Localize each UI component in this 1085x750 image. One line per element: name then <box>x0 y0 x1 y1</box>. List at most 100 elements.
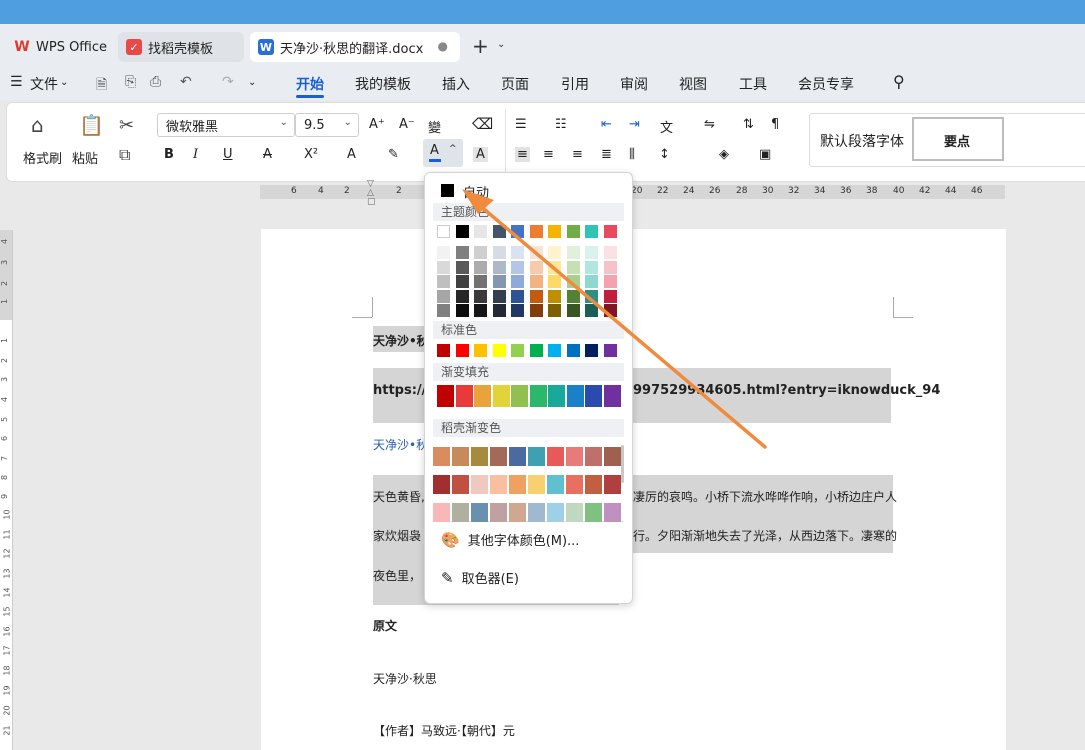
format-painter-label[interactable]: 格式刷 <box>23 148 62 167</box>
docer-gradient-swatch[interactable] <box>604 475 621 494</box>
chevron-down-icon[interactable]: ⌄ <box>497 39 505 50</box>
theme-tint-swatch[interactable] <box>566 289 580 303</box>
docer-gradient-swatch[interactable] <box>604 447 621 466</box>
distribute-icon[interactable]: ⫼ <box>629 147 635 162</box>
docer-gradient-swatch[interactable] <box>528 475 545 494</box>
docer-gradient-swatch[interactable] <box>547 475 564 494</box>
theme-color-swatch[interactable] <box>474 225 487 238</box>
standard-color-swatch[interactable] <box>511 344 524 357</box>
docer-gradient-swatch[interactable] <box>547 503 564 522</box>
doc-line[interactable]: 凄厉的哀鸣。小桥下流水哗哗作响，小桥边庄户人 <box>633 488 897 505</box>
theme-tint-swatch[interactable] <box>529 289 543 303</box>
paste-label[interactable]: 粘贴 <box>72 148 98 167</box>
chinese-layout-icon[interactable]: 文 <box>660 117 673 136</box>
font-size-select[interactable]: 9.5 ⌄ <box>295 113 359 137</box>
docer-gradient-swatch[interactable] <box>490 447 507 466</box>
theme-tint-swatch[interactable] <box>492 289 506 303</box>
phonetic-guide-icon[interactable]: 變 <box>428 117 441 136</box>
theme-tint-swatch[interactable] <box>455 260 469 274</box>
print-preview-icon[interactable]: ⎙ <box>150 74 161 90</box>
font-name-select[interactable]: 微软雅黑 ⌄ <box>157 113 295 137</box>
gradient-color-swatch[interactable] <box>603 385 621 407</box>
search-icon[interactable]: ⚲ <box>893 72 905 91</box>
decrease-indent-icon[interactable]: ⇤ <box>601 117 612 132</box>
theme-tint-swatch[interactable] <box>511 304 524 317</box>
theme-tint-swatch[interactable] <box>511 275 524 288</box>
gradient-color-swatch[interactable] <box>585 385 602 407</box>
gradient-color-swatch[interactable] <box>511 385 528 407</box>
theme-tint-swatch[interactable] <box>548 246 561 259</box>
theme-tint-swatch[interactable] <box>548 304 561 317</box>
style-key-point[interactable]: 要点 <box>912 117 1004 161</box>
theme-tint-swatch[interactable] <box>529 304 543 317</box>
align-right-icon[interactable]: ≡ <box>572 147 583 162</box>
menu-membership[interactable]: 会员专享 <box>798 74 854 94</box>
theme-tint-swatch[interactable] <box>455 275 469 288</box>
docer-gradient-swatch[interactable] <box>509 475 526 494</box>
theme-tint-swatch[interactable] <box>455 304 469 317</box>
theme-tint-swatch[interactable] <box>437 246 450 259</box>
numbered-list-icon[interactable]: ☷ <box>555 117 567 132</box>
theme-tint-swatch[interactable] <box>548 289 561 303</box>
increase-indent-icon[interactable]: ⇥ <box>629 117 640 132</box>
menu-my-templates[interactable]: 我的模板 <box>355 74 411 94</box>
theme-tint-swatch[interactable] <box>474 246 487 259</box>
auto-color-swatch[interactable] <box>441 184 454 197</box>
standard-color-swatch[interactable] <box>603 344 617 357</box>
docer-gradient-swatch[interactable] <box>471 447 488 466</box>
highlight-icon[interactable]: ✎ <box>388 147 399 162</box>
indent-marker-icon[interactable]: ▽ △ ▢ <box>367 180 376 207</box>
font-color-button[interactable]: A ^ <box>423 139 463 167</box>
doc-line[interactable]: 天色黄昏, <box>373 488 425 505</box>
docer-gradient-swatch[interactable] <box>509 447 526 466</box>
theme-tint-swatch[interactable] <box>548 275 561 288</box>
cut-icon[interactable]: ✂ <box>119 115 134 136</box>
docer-gradient-swatch[interactable] <box>509 503 526 522</box>
theme-tint-swatch[interactable] <box>492 275 506 288</box>
shading-icon[interactable]: ◈ <box>719 147 729 162</box>
auto-color-label[interactable]: 自动 <box>463 182 489 201</box>
redo-icon[interactable]: ↷ <box>222 74 234 90</box>
gradient-color-swatch[interactable] <box>548 385 565 407</box>
align-center-icon[interactable]: ≡ <box>543 147 554 162</box>
borders-icon[interactable]: ▣ <box>759 147 771 162</box>
gradient-color-swatch[interactable] <box>437 385 454 407</box>
docer-gradient-swatch[interactable] <box>528 503 545 522</box>
standard-color-swatch[interactable] <box>529 344 543 357</box>
theme-color-swatch[interactable] <box>437 225 450 238</box>
docer-gradient-swatch[interactable] <box>566 475 583 494</box>
docer-gradient-swatch[interactable] <box>452 503 469 522</box>
gradient-color-swatch[interactable] <box>474 385 491 407</box>
docer-gradient-swatch[interactable] <box>528 447 545 466</box>
theme-tint-swatch[interactable] <box>529 275 543 288</box>
docer-gradient-swatch[interactable] <box>471 503 488 522</box>
bold-icon[interactable]: B <box>164 147 174 162</box>
theme-tint-swatch[interactable] <box>474 260 487 274</box>
theme-tint-swatch[interactable] <box>455 246 469 259</box>
theme-tint-swatch[interactable] <box>603 260 617 274</box>
doc-heading[interactable]: 原文 <box>373 617 397 634</box>
theme-tint-swatch[interactable] <box>585 275 598 288</box>
theme-tint-swatch[interactable] <box>492 260 506 274</box>
theme-color-swatch[interactable] <box>603 225 617 238</box>
menu-tools[interactable]: 工具 <box>739 74 767 94</box>
theme-tint-swatch[interactable] <box>437 260 450 274</box>
standard-color-swatch[interactable] <box>437 344 450 357</box>
doc-line[interactable]: 天净沙•秋 <box>373 436 428 453</box>
theme-color-swatch[interactable] <box>529 225 543 238</box>
undo-icon[interactable]: ↶ <box>180 74 192 90</box>
theme-color-swatch[interactable] <box>548 225 561 238</box>
save-icon[interactable]: 🗎 <box>96 74 107 98</box>
standard-color-swatch[interactable] <box>566 344 580 357</box>
show-marks-icon[interactable]: ¶ <box>771 117 779 132</box>
theme-color-swatch[interactable] <box>566 225 580 238</box>
copy-icon[interactable]: ⧉ <box>119 145 130 165</box>
docer-gradient-swatch[interactable] <box>566 503 583 522</box>
export-icon[interactable]: ⎘ <box>125 74 136 90</box>
theme-tint-swatch[interactable] <box>437 304 450 317</box>
standard-color-swatch[interactable] <box>492 344 506 357</box>
theme-tint-swatch[interactable] <box>548 260 561 274</box>
standard-color-swatch[interactable] <box>548 344 561 357</box>
theme-tint-swatch[interactable] <box>529 246 543 259</box>
italic-icon[interactable]: I <box>193 147 198 162</box>
